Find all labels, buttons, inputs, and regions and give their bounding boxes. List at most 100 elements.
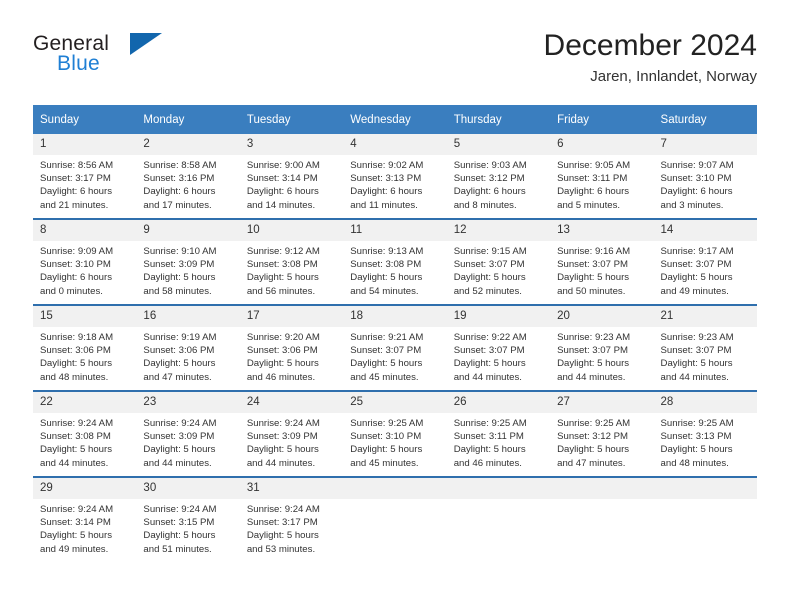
calendar-day-cell[interactable]: 6 Sunrise: 9:05 AM Sunset: 3:11 PM Daylight… [550, 134, 654, 219]
calendar-day-cell[interactable]: 25 Sunrise: 9:25 AM Sunset: 3:10 PM Dayligh… [343, 390, 447, 477]
calendar-day-cell[interactable]: 21 Sunrise: 9:23 AM Sunset: 3:07 PM Dayligh… [653, 304, 757, 391]
daylight-text-line2: and 44 minutes. [40, 457, 109, 469]
calendar-week-row: 22 Sunrise: 9:24 AM Sunset: 3:08 PM Dayligh… [33, 390, 757, 477]
calendar-day-cell[interactable]: 19 Sunrise: 9:22 AM Sunset: 3:07 PM Dayligh… [446, 304, 551, 391]
calendar-day-cell[interactable]: 3 Sunrise: 9:00 AM Sunset: 3:14 PM Daylight… [239, 134, 344, 219]
calendar-day-cell[interactable]: 18 Sunrise: 9:21 AM Sunset: 3:07 PM Dayligh… [343, 304, 447, 391]
page-title: December 2024 [543, 29, 757, 62]
calendar-day-cell[interactable]: 17 Sunrise: 9:20 AM Sunset: 3:06 PM Dayligh… [239, 304, 344, 391]
day-details: Sunrise: 9:15 AM Sunset: 3:07 PM Daylight:… [447, 241, 550, 298]
day-details: Sunrise: 9:19 AM Sunset: 3:06 PM Daylight:… [136, 327, 239, 384]
sunrise-text: Sunrise: 9:25 AM [660, 418, 734, 429]
day-number [446, 478, 551, 499]
daylight-text-line2: and 44 minutes. [453, 371, 522, 383]
day-number: 1 [33, 134, 137, 155]
daylight-text-line2: and 50 minutes. [557, 285, 626, 297]
sunrise-text: Sunrise: 9:24 AM [246, 504, 320, 515]
calendar-day-cell[interactable]: 20 Sunrise: 9:23 AM Sunset: 3:07 PM Dayligh… [550, 304, 654, 391]
day-details: Sunrise: 9:21 AM Sunset: 3:07 PM Daylight:… [343, 327, 446, 384]
calendar-day-cell[interactable]: 16 Sunrise: 9:19 AM Sunset: 3:06 PM Dayligh… [136, 304, 240, 391]
day-details: Sunrise: 9:00 AM Sunset: 3:14 PM Daylight:… [240, 155, 343, 212]
daylight-text-line2: and 21 minutes. [40, 199, 109, 211]
sunset-text: Sunset: 3:09 PM [246, 431, 318, 443]
sunrise-text: Sunrise: 9:23 AM [660, 332, 734, 343]
calendar-day-cell[interactable]: 8 Sunrise: 9:09 AM Sunset: 3:10 PM Daylight… [33, 218, 137, 305]
sunset-text: Sunset: 3:07 PM [660, 259, 732, 271]
calendar-body: 1 Sunrise: 8:56 AM Sunset: 3:17 PM Daylight… [33, 134, 757, 562]
daylight-text-line2: and 5 minutes. [557, 199, 621, 211]
calendar-day-cell[interactable]: 15 Sunrise: 9:18 AM Sunset: 3:06 PM Dayligh… [33, 304, 137, 391]
calendar-day-cell[interactable]: 30 Sunrise: 9:24 AM Sunset: 3:15 PM Dayligh… [136, 476, 240, 562]
day-number: 8 [33, 220, 137, 241]
calendar-day-cell[interactable]: 7 Sunrise: 9:07 AM Sunset: 3:10 PM Daylight… [653, 134, 757, 219]
day-details: Sunrise: 9:16 AM Sunset: 3:07 PM Daylight:… [550, 241, 653, 298]
calendar-day-cell[interactable]: 29 Sunrise: 9:24 AM Sunset: 3:14 PM Dayligh… [33, 476, 137, 562]
calendar-day-cell[interactable]: 9 Sunrise: 9:10 AM Sunset: 3:09 PM Daylight… [136, 218, 240, 305]
day-number: 14 [653, 220, 757, 241]
day-number: 11 [343, 220, 447, 241]
daylight-text-line1: Daylight: 6 hours [660, 186, 733, 198]
day-number: 6 [550, 134, 654, 155]
sunset-text: Sunset: 3:07 PM [350, 345, 422, 357]
calendar-day-cell[interactable]: 31 Sunrise: 9:24 AM Sunset: 3:17 PM Dayligh… [239, 476, 344, 562]
calendar-day-cell[interactable]: 12 Sunrise: 9:15 AM Sunset: 3:07 PM Dayligh… [446, 218, 551, 305]
calendar-day-cell[interactable]: 27 Sunrise: 9:25 AM Sunset: 3:12 PM Dayligh… [550, 390, 654, 477]
daylight-text-line1: Daylight: 5 hours [40, 444, 112, 456]
daylight-text-line1: Daylight: 5 hours [557, 358, 630, 370]
daylight-text-line1: Daylight: 5 hours [246, 530, 319, 542]
sunrise-text: Sunrise: 9:25 AM [557, 418, 631, 429]
daylight-text-line1: Daylight: 6 hours [40, 272, 112, 284]
sunset-text: Sunset: 3:17 PM [40, 173, 111, 185]
calendar-day-cell[interactable]: 24 Sunrise: 9:24 AM Sunset: 3:09 PM Dayligh… [239, 390, 344, 477]
sunrise-text: Sunrise: 9:24 AM [143, 504, 217, 515]
daylight-text-line2: and 49 minutes. [660, 285, 729, 297]
calendar-day-cell[interactable]: 4 Sunrise: 9:02 AM Sunset: 3:13 PM Daylight… [343, 134, 447, 219]
day-number: 24 [239, 392, 344, 413]
daylight-text-line1: Daylight: 5 hours [246, 272, 319, 284]
sunrise-text: Sunrise: 9:05 AM [557, 160, 631, 171]
day-details: Sunrise: 9:17 AM Sunset: 3:07 PM Daylight:… [654, 241, 757, 298]
sunset-text: Sunset: 3:06 PM [246, 345, 318, 357]
weekday-header-wednesday: Wednesday [343, 105, 447, 134]
day-number: 21 [653, 306, 757, 327]
day-details: Sunrise: 9:24 AM Sunset: 3:08 PM Daylight:… [33, 413, 136, 470]
calendar-day-cell[interactable]: 5 Sunrise: 9:03 AM Sunset: 3:12 PM Daylight… [446, 134, 551, 219]
day-details: Sunrise: 9:24 AM Sunset: 3:17 PM Daylight:… [240, 499, 343, 556]
calendar-day-cell[interactable]: 14 Sunrise: 9:17 AM Sunset: 3:07 PM Dayligh… [653, 218, 757, 305]
calendar-day-cell[interactable]: 10 Sunrise: 9:12 AM Sunset: 3:08 PM Dayligh… [239, 218, 344, 305]
sunset-text: Sunset: 3:15 PM [143, 517, 215, 529]
calendar-day-cell[interactable]: 2 Sunrise: 8:58 AM Sunset: 3:16 PM Daylight… [136, 134, 240, 219]
calendar-day-cell[interactable]: 1 Sunrise: 8:56 AM Sunset: 3:17 PM Daylight… [33, 134, 137, 219]
day-number: 31 [239, 478, 344, 499]
sunrise-text: Sunrise: 9:25 AM [350, 418, 424, 429]
calendar-day-cell[interactable]: 28 Sunrise: 9:25 AM Sunset: 3:13 PM Dayligh… [653, 390, 757, 477]
sunrise-text: Sunrise: 9:03 AM [453, 160, 527, 171]
calendar-empty-cell [343, 476, 447, 562]
day-details: Sunrise: 9:24 AM Sunset: 3:09 PM Daylight:… [240, 413, 343, 470]
sunrise-text: Sunrise: 9:24 AM [40, 418, 114, 429]
daylight-text-line1: Daylight: 5 hours [453, 444, 526, 456]
calendar-day-cell[interactable]: 23 Sunrise: 9:24 AM Sunset: 3:09 PM Dayligh… [136, 390, 240, 477]
sunrise-text: Sunrise: 9:20 AM [246, 332, 320, 343]
calendar-week-row: 15 Sunrise: 9:18 AM Sunset: 3:06 PM Dayligh… [33, 304, 757, 391]
day-details: Sunrise: 9:25 AM Sunset: 3:13 PM Daylight:… [654, 413, 757, 470]
day-number: 19 [446, 306, 551, 327]
weekday-header-saturday: Saturday [653, 105, 757, 134]
sunset-text: Sunset: 3:07 PM [453, 259, 525, 271]
general-blue-logo[interactable]: General Blue [33, 32, 263, 92]
calendar-day-cell[interactable]: 26 Sunrise: 9:25 AM Sunset: 3:11 PM Dayligh… [446, 390, 551, 477]
sunset-text: Sunset: 3:09 PM [143, 259, 215, 271]
day-number [653, 478, 757, 499]
sunset-text: Sunset: 3:14 PM [246, 173, 318, 185]
calendar-page: General Blue December 2024 Jaren, Innlan… [0, 0, 792, 612]
calendar-day-cell[interactable]: 11 Sunrise: 9:13 AM Sunset: 3:08 PM Dayligh… [343, 218, 447, 305]
daylight-text-line2: and 46 minutes. [246, 371, 316, 383]
calendar-day-cell[interactable]: 13 Sunrise: 9:16 AM Sunset: 3:07 PM Dayligh… [550, 218, 654, 305]
sunset-text: Sunset: 3:13 PM [660, 431, 732, 443]
daylight-text-line2: and 51 minutes. [143, 543, 212, 555]
weekday-header-sunday: Sunday [33, 105, 137, 134]
calendar-day-cell[interactable]: 22 Sunrise: 9:24 AM Sunset: 3:08 PM Dayligh… [33, 390, 137, 477]
daylight-text-line2: and 52 minutes. [453, 285, 522, 297]
day-number: 27 [550, 392, 654, 413]
day-number: 29 [33, 478, 137, 499]
